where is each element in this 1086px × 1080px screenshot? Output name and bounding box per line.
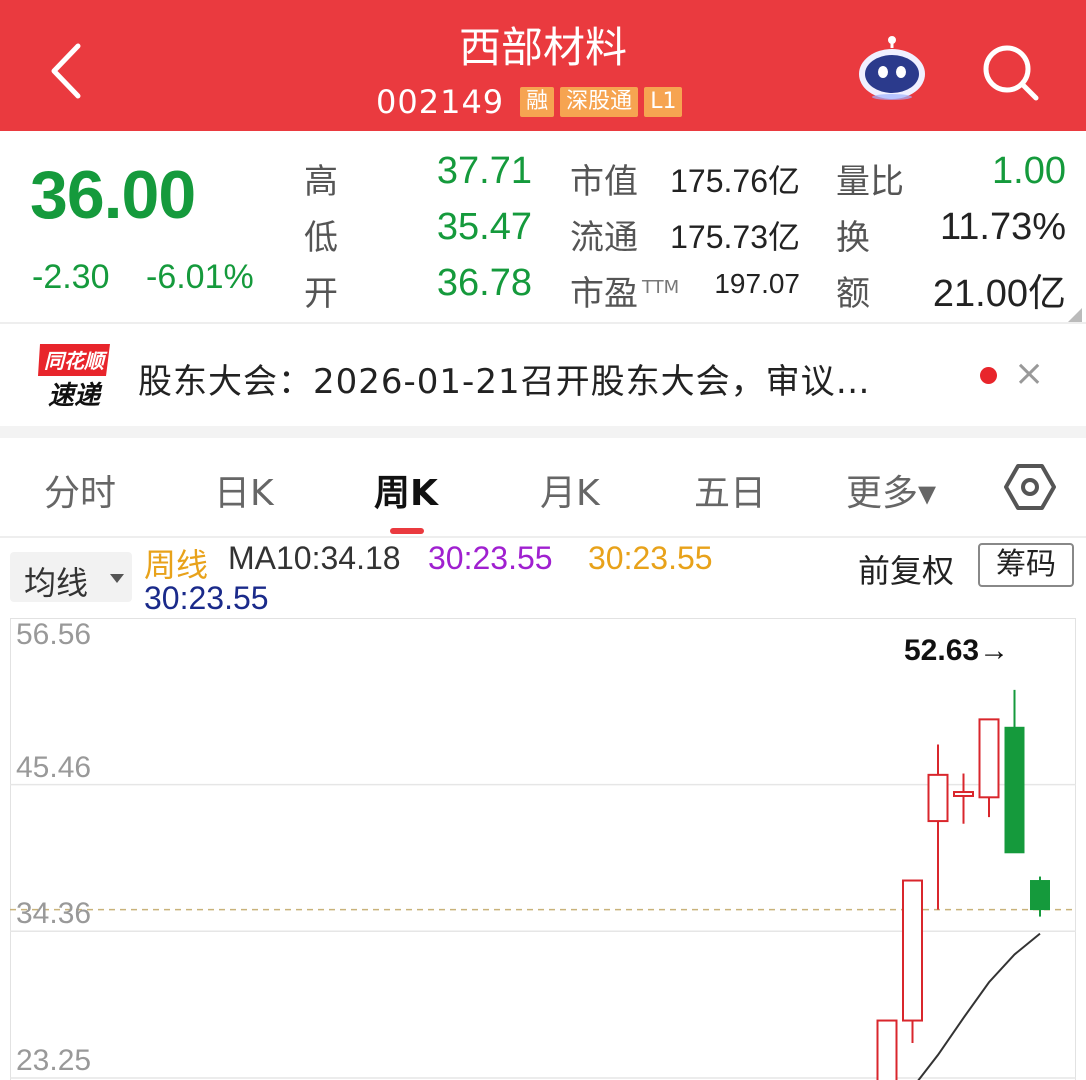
volume-ratio-label: 量比 xyxy=(836,162,904,202)
turnover-label: 换 xyxy=(836,218,870,258)
divider xyxy=(0,322,1086,324)
tab-monthly-k[interactable]: 月K xyxy=(540,464,600,516)
candle-body xyxy=(1030,880,1050,911)
pe-ttm-sup: TTM xyxy=(642,277,680,298)
chips-button[interactable]: 筹码 xyxy=(978,543,1074,587)
volume-ratio-value: 1.00 xyxy=(992,150,1066,192)
float-cap-label: 流通 xyxy=(570,218,638,258)
pe-label: 市盈 TTM xyxy=(570,266,679,315)
ma-selector-label: 均线 xyxy=(24,564,89,602)
candle-body xyxy=(1004,726,1025,854)
tab-weekly-k[interactable]: 周K xyxy=(374,464,438,516)
price-adjust-selector[interactable]: 前复权 xyxy=(858,546,954,592)
news-headline[interactable]: 股东大会：2026-01-21召开股东大会，审议… xyxy=(138,354,871,403)
candle-body xyxy=(978,718,1000,799)
price-change: -2.30 xyxy=(32,258,110,296)
market-cap-label: 市值 xyxy=(570,162,638,202)
turnover-value: 11.73% xyxy=(939,206,1066,248)
news-logo-badge: 同花顺 速递 xyxy=(38,344,110,411)
y-tick-label: 34.36 xyxy=(16,897,92,931)
high-value: 37.71 xyxy=(436,150,532,192)
search-button[interactable] xyxy=(978,40,1042,104)
tab-more[interactable]: 更多▾ xyxy=(846,464,936,516)
robot-assistant-icon xyxy=(859,36,925,100)
news-logo: 同花顺 速递 xyxy=(36,342,114,412)
tab-five-day[interactable]: 五日 xyxy=(694,464,766,516)
ma-selector-button[interactable]: 均线 xyxy=(10,552,132,602)
candle-body xyxy=(927,773,949,823)
max-price-marker: 52.63→ xyxy=(904,633,1010,667)
current-price: 36.00 xyxy=(30,157,196,233)
price-change-pct: -6.01% xyxy=(146,258,254,296)
chart-settings-button[interactable] xyxy=(1004,462,1056,512)
active-tab-indicator xyxy=(390,528,424,534)
news-logo-top: 同花顺 xyxy=(44,349,108,373)
section-divider xyxy=(0,426,1086,438)
pe-label-text: 市盈 xyxy=(570,274,638,314)
ma30-value-purple: 30:23.55 xyxy=(428,540,553,576)
ma30-value-navy: 30:23.55 xyxy=(144,580,269,616)
close-icon[interactable]: × xyxy=(1014,356,1044,392)
candle-body xyxy=(953,791,974,797)
tab-intraday[interactable]: 分时 xyxy=(44,464,116,516)
hexagon-settings-icon xyxy=(1004,464,1056,510)
open-label: 开 xyxy=(304,274,338,314)
open-value: 36.78 xyxy=(436,262,532,304)
ma10-value: MA10:34.18 xyxy=(228,540,401,576)
stock-code: 002149 xyxy=(376,83,505,121)
y-tick-label: 45.46 xyxy=(16,750,92,784)
ma10-line xyxy=(917,932,1041,1080)
candlestick-chart[interactable] xyxy=(10,618,1076,1080)
float-cap-value: 175.73亿 xyxy=(670,219,800,255)
amount-label: 额 xyxy=(836,274,870,314)
y-tick-label: 56.56 xyxy=(16,618,92,651)
ma30-value-orange: 30:23.55 xyxy=(588,540,713,576)
high-label: 高 xyxy=(304,162,338,202)
unread-dot xyxy=(980,367,997,384)
tag-margin: 融 xyxy=(520,87,555,117)
caret-down-icon xyxy=(110,574,124,583)
pe-value: 197.07 xyxy=(714,268,800,299)
search-icon xyxy=(983,45,1039,101)
expand-corner-icon[interactable] xyxy=(1066,306,1082,322)
news-logo-bottom: 速递 xyxy=(48,381,103,411)
amount-value: 21.00亿 xyxy=(932,273,1066,315)
low-label: 低 xyxy=(304,218,338,258)
low-value: 35.47 xyxy=(436,206,532,248)
y-tick-label: 23.25 xyxy=(16,1044,92,1077)
tag-level: L1 xyxy=(644,87,683,117)
tab-daily-k[interactable]: 日K xyxy=(214,464,274,516)
assistant-button[interactable] xyxy=(856,36,928,102)
stock-code-row: 002149 融 深股通 L1 xyxy=(376,82,683,122)
candle-body xyxy=(876,1019,898,1080)
tag-connect: 深股通 xyxy=(560,87,639,117)
candle-body xyxy=(902,879,923,1022)
divider xyxy=(0,536,1086,538)
market-cap-value: 175.76亿 xyxy=(670,163,800,199)
